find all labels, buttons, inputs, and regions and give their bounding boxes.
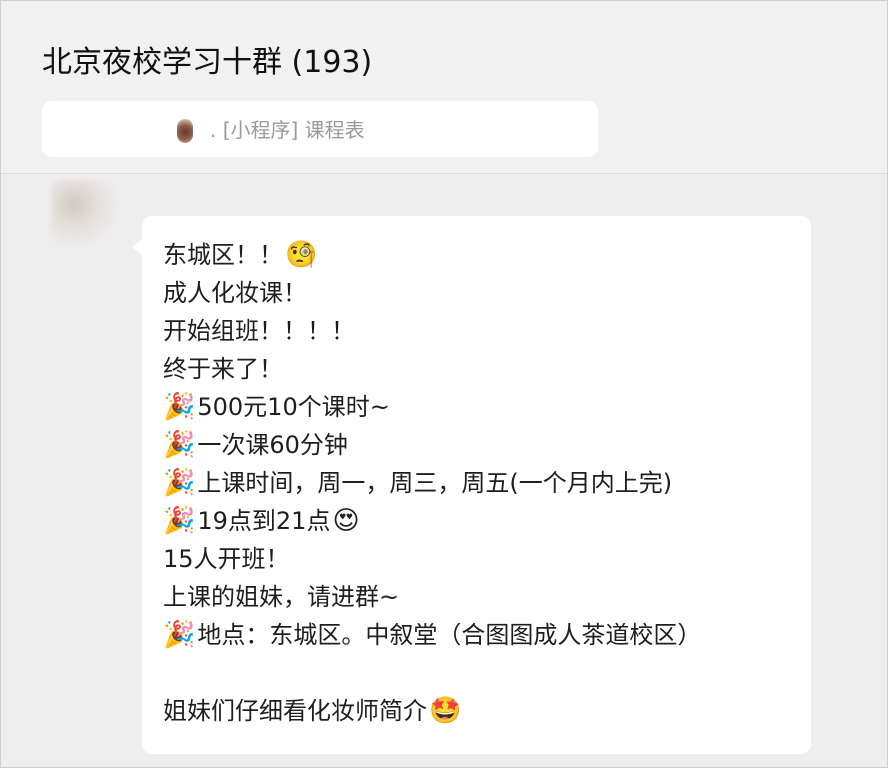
message-line: 🎉 上课时间，周一，周三，周五(一个月内上完)	[163, 464, 701, 502]
line-text: 上课的姐妹，请进群~	[163, 583, 400, 611]
line-text: 开始组班！！！！	[163, 317, 355, 345]
chat-header: 北京夜校学习十群 (193) . [小程序] 课程表	[1, 1, 887, 174]
pinned-label: . [小程序] 课程表	[210, 118, 365, 142]
line-text: 一次课60分钟	[197, 431, 348, 459]
party-popper-icon: 🎉	[163, 620, 196, 650]
message-line: 🎉 一次课60分钟	[163, 426, 701, 464]
line-text: 500元10个课时~	[197, 393, 390, 421]
party-popper-icon: 🎉	[163, 468, 196, 498]
line-text: 15人开班！	[163, 545, 290, 573]
message-line: 姐妹们仔细看化妆师简介 🤩	[163, 692, 701, 730]
line-text: 上课时间，周一，周三，周五(一个月内上完)	[197, 469, 673, 497]
line-text: 终于来了！	[163, 355, 283, 383]
group-title: 北京夜校学习十群 (193)	[42, 45, 373, 80]
party-popper-icon: 🎉	[163, 392, 196, 422]
face-with-monocle-icon: 🧐	[285, 240, 318, 270]
chat-window: 北京夜校学习十群 (193) . [小程序] 课程表 东城区！！ 🧐 成人化妆课…	[0, 0, 888, 768]
pinned-mini-program[interactable]: . [小程序] 课程表	[42, 101, 598, 157]
party-popper-icon: 🎉	[163, 506, 196, 536]
line-text: 成人化妆课！	[163, 279, 307, 307]
line-text: 地点：东城区。中叙堂（合图图成人茶道校区）	[197, 621, 702, 649]
message-line: 🎉 19点到21点 😍	[163, 502, 701, 540]
line-text: 姐妹们仔细看化妆师简介	[163, 697, 427, 725]
message-line: 🎉 地点：东城区。中叙堂（合图图成人茶道校区）	[163, 616, 701, 654]
message-line: 上课的姐妹，请进群~	[163, 578, 701, 616]
message-line: 15人开班！	[163, 540, 701, 578]
message-text: 东城区！！ 🧐 成人化妆课！ 开始组班！！！！ 终于来了！ 🎉 500元10个课…	[163, 236, 701, 730]
sender-avatar[interactable]	[51, 181, 117, 247]
message-line: 开始组班！！！！	[163, 312, 701, 350]
message-line: 成人化妆课！	[163, 274, 701, 312]
pinned-avatar	[177, 119, 193, 143]
line-text: 19点到21点	[197, 507, 331, 535]
message-line: 终于来了！	[163, 350, 701, 388]
heart-eyes-icon: 😍	[332, 506, 360, 536]
message-line: 🎉 500元10个课时~	[163, 388, 701, 426]
bubble-tail	[132, 239, 142, 255]
message-line: 东城区！！ 🧐	[163, 236, 701, 274]
line-text: 东城区！！	[163, 241, 283, 269]
star-struck-icon: 🤩	[429, 696, 462, 726]
party-popper-icon: 🎉	[163, 430, 196, 460]
